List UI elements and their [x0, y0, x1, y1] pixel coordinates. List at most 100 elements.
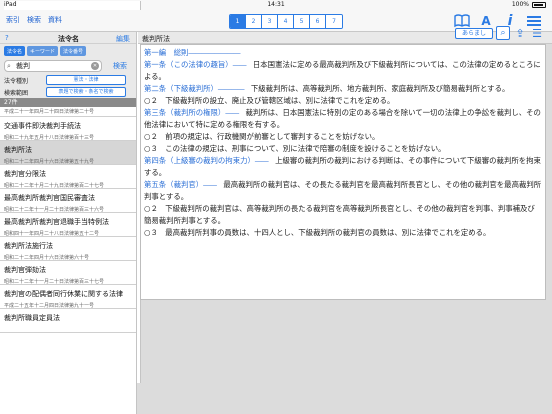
list-item-name: 裁判所法: [4, 146, 32, 154]
article-heading[interactable]: 第二条（下級裁判所）: [144, 84, 218, 93]
article: 第二条（下級裁判所）―――― 下級裁判所は、高等裁判所、地方裁判所、家庭裁判所及…: [144, 84, 510, 93]
list-item-sub: 昭和四十一年四月二十八日法律第五十二号: [4, 231, 100, 237]
search-scope-button[interactable]: 表題で検索・条名で検索: [46, 87, 126, 97]
list-item[interactable]: 裁判官分限法 昭和二十二年十月二十九日法律第百二十七号: [0, 165, 136, 189]
list-item-sub: 昭和二十二年四月十六日法律第五十九号: [4, 159, 95, 165]
edit-button[interactable]: 編集: [116, 34, 130, 44]
list-item-name: 裁判所法施行法: [4, 242, 53, 250]
search-value: 裁判: [16, 62, 30, 70]
tab-law-number[interactable]: 法令番号: [60, 46, 87, 56]
list-item-sub: 昭和二十九年五月十八日法律第百十三号: [4, 135, 95, 141]
paragraph-number: ○２: [144, 96, 158, 105]
list-item-sub: 昭和二十二年十一月二十日法律第百三十七号: [4, 279, 105, 285]
list-item[interactable]: 裁判官の配偶者同行休業に関する法律 平成二十五年十二月四日法律第九十一号: [0, 285, 136, 309]
article-heading[interactable]: 第四条（上級審の裁判の拘束力）: [144, 156, 255, 165]
article-text: 下級裁判所は、高等裁判所、地方裁判所、家庭裁判所及び簡易裁判所とする。: [250, 84, 510, 93]
list-item-sub: 昭和二十二年四月十六日法律第六十号: [4, 255, 90, 261]
left-panel-header: ? 法令名 編集: [0, 32, 136, 44]
list-item[interactable]: 裁判官弾劾法 昭和二十二年十一月二十日法律第百三十七号: [0, 261, 136, 285]
battery-percent: 100%: [511, 1, 529, 8]
list-item[interactable]: 裁判所職員定員法: [0, 309, 136, 333]
search-input[interactable]: ⌕ 裁判 ✕: [4, 60, 102, 72]
paragraph-number: ○２: [144, 204, 158, 213]
segment-5[interactable]: 5: [294, 15, 310, 28]
search-scope-label: 検索範囲: [4, 90, 29, 97]
battery-indicator: 100%: [512, 1, 546, 8]
search-button[interactable]: 検索: [113, 61, 127, 71]
tab-law-name[interactable]: 法令名: [4, 46, 26, 56]
clear-icon[interactable]: ✕: [91, 62, 99, 70]
segment-7[interactable]: 7: [326, 15, 342, 28]
paragraph: ○２ 下級裁判所の裁判官は、高等裁判所の長たる裁判官を高等裁判所長官とし、その他…: [144, 203, 542, 227]
list-item-name: 裁判官分限法: [4, 170, 46, 178]
list-item-name: 最高裁判所裁判官退職手当特例法: [4, 218, 109, 226]
paragraph-text: 最高裁判所判事の員数は、十四人とし、下級裁判所の裁判官の員数は、別に法律でこれを…: [165, 228, 491, 237]
paragraph-text: 下級裁判所の設立、廃止及び管轄区域は、別に法律でこれを定める。: [165, 96, 395, 105]
status-bar: iPad 14:31 100%: [0, 0, 552, 383]
clock: 14:31: [267, 1, 285, 8]
list-item-selected[interactable]: 裁判所法 昭和二十二年四月十六日法律第五十九号: [0, 141, 136, 165]
result-count: 27件: [0, 98, 136, 107]
list-item-name: 裁判官の配偶者同行休業に関する法律: [4, 290, 123, 298]
article-heading[interactable]: 第三条（裁判所の権限）: [144, 108, 225, 117]
nav-index[interactable]: 索引: [6, 15, 20, 25]
paragraph-number: ○３: [144, 144, 158, 153]
list-item-name: 裁判官弾劾法: [4, 266, 46, 274]
paragraph-text: 前項の規定は、行政機関が前審として審判することを妨げない。: [165, 132, 380, 141]
article-heading[interactable]: 第五条（裁判官）: [144, 180, 203, 189]
paragraph-number: ○２: [144, 132, 158, 141]
paragraph: ○３ この法律の規定は、刑事について、別に法律で陪審の制度を設けることを妨げない…: [144, 143, 542, 155]
paragraph-text: この法律の規定は、刑事について、別に法律で陪審の制度を設けることを妨げない。: [165, 144, 446, 153]
list-item-sub: 昭和二十二年十一月二十日法律第百三十六号: [4, 207, 105, 213]
segment-6[interactable]: 6: [310, 15, 326, 28]
search-scope-filter: 検索範囲 表題で検索・条名で検索: [0, 86, 136, 98]
nav-links: 索引 検索 資料: [6, 15, 62, 25]
search-row: ⌕ 裁判 ✕ 検索: [0, 58, 136, 74]
list-item[interactable]: 裁判所法施行法 昭和二十二年四月十六日法律第六十号: [0, 237, 136, 261]
nav-materials[interactable]: 資料: [48, 15, 62, 25]
tab-keyword[interactable]: キーワード: [27, 46, 59, 56]
law-list-panel: ? 法令名 編集 法令名 キーワード 法令番号 ⌕ 裁判 ✕ 検索 法令種別 憲…: [0, 32, 137, 414]
list-icon[interactable]: ☰: [530, 26, 544, 40]
law-type-filter: 法令種別 憲法・法律: [0, 74, 136, 86]
article: 第四条（上級審の裁判の拘束力）―― 上級審の裁判所の裁判における判断は、その事件…: [144, 156, 541, 177]
segment-3[interactable]: 3: [262, 15, 278, 28]
list-item-name: 裁判所職員定員法: [4, 314, 60, 322]
list-item[interactable]: 平成二十一年四月二十四日法律第二十号: [0, 107, 136, 117]
share-icon[interactable]: ⇪: [513, 26, 527, 40]
law-type-label: 法令種別: [4, 78, 29, 85]
paragraph-number: ○３: [144, 228, 158, 237]
search-icon: ⌕: [7, 62, 11, 70]
article-heading[interactable]: 第一条（この法律の趣旨）: [144, 60, 233, 69]
segment-4[interactable]: 4: [278, 15, 294, 28]
list-item[interactable]: 交通事件即決裁判手続法 昭和二十九年五月十八日法律第百十三号: [0, 117, 136, 141]
part-heading: 第一編 総則――――――――: [144, 48, 240, 57]
list-item-sub: 昭和二十二年十月二十九日法律第百二十七号: [4, 183, 105, 189]
law-text: 第一編 総則―――――――― 第一条（この法律の趣旨）―― 日本国憲法に定める最…: [140, 44, 546, 300]
paragraph: ○２ 前項の規定は、行政機関が前審として審判することを妨げない。: [144, 131, 542, 143]
document-title: 裁判所法: [142, 35, 170, 43]
paragraph: ○２ 下級裁判所の設立、廃止及び管轄区域は、別に法律でこれを定める。: [144, 95, 542, 107]
paragraph: ○３ 最高裁判所判事の員数は、十四人とし、下級裁判所の裁判官の員数は、別に法律で…: [144, 227, 542, 239]
book-segment-control: 1 2 3 4 5 6 7: [229, 14, 343, 29]
list-item[interactable]: 最高裁判所裁判官国民審査法 昭和二十二年十一月二十日法律第百三十六号: [0, 189, 136, 213]
list-item-name: 交通事件即決裁判手続法: [4, 122, 81, 130]
battery-icon: [532, 1, 546, 8]
law-type-button[interactable]: 憲法・法律: [46, 75, 126, 85]
law-list: 平成二十一年四月二十四日法律第二十号 交通事件即決裁判手続法 昭和二十九年五月十…: [0, 107, 136, 333]
list-item-sub: 平成二十一年四月二十四日法律第二十号: [4, 109, 95, 115]
search-doc-icon[interactable]: ⌕: [496, 26, 511, 40]
segment-1[interactable]: 1: [230, 15, 246, 28]
search-mode-tabs: 法令名 キーワード 法令番号: [0, 44, 136, 58]
summary-button[interactable]: あらまし: [455, 27, 494, 39]
list-item-sub: 平成二十五年十二月四日法律第九十一号: [4, 303, 95, 309]
nav-search[interactable]: 検索: [27, 15, 41, 25]
article: 第五条（裁判官）―― 最高裁判所の裁判官は、その長たる裁判官を最高裁判所長官とし…: [144, 180, 542, 201]
list-item[interactable]: 最高裁判所裁判官退職手当特例法 昭和四十一年四月二十八日法律第五十二号: [0, 213, 136, 237]
segment-2[interactable]: 2: [246, 15, 262, 28]
document-tools: あらまし ⌕ ⇪ ☰: [455, 26, 544, 40]
article: 第一条（この法律の趣旨）―― 日本国憲法に定める最高裁判所及び下級裁判所について…: [144, 60, 541, 81]
article: 第三条（裁判所の権限）―― 裁判所は、日本国憲法に特別の定のある場合を除いて一切…: [144, 108, 541, 129]
list-item-name: 最高裁判所裁判官国民審査法: [4, 194, 95, 202]
paragraph-text: 下級裁判所の裁判官は、高等裁判所の長たる裁判官を高等裁判所長官とし、その他の裁判…: [144, 204, 535, 225]
